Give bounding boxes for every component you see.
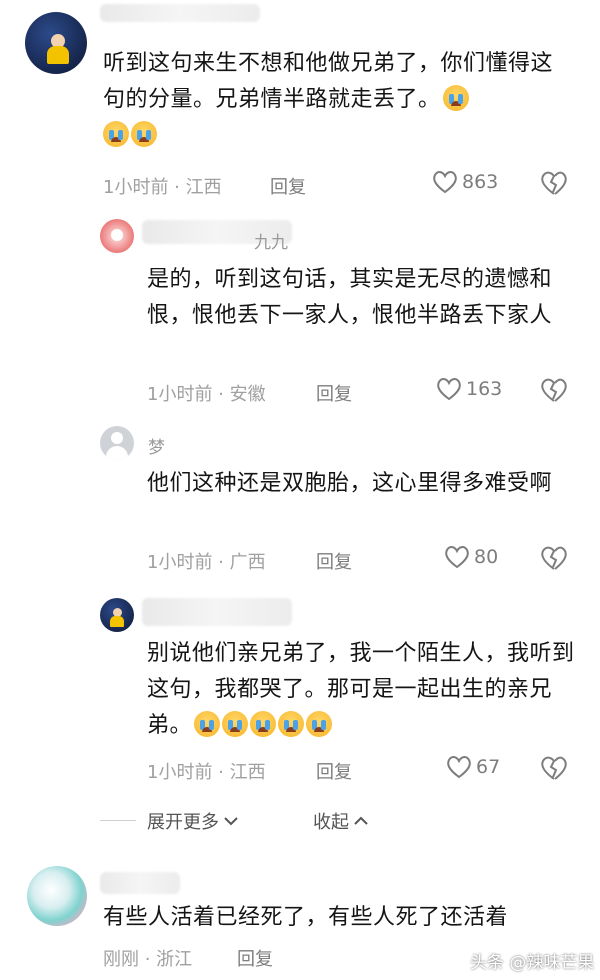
crying-face-emoji [131, 121, 157, 147]
like-button[interactable]: 80 [444, 545, 498, 569]
chevron-up-icon [354, 816, 368, 825]
comment-text: 听到这句来生不想和他做兄弟了，你们懂得这句的分量。兄弟情半路就走丢了。 [103, 46, 563, 154]
chevron-down-icon [224, 817, 238, 826]
crying-face-emoji [442, 85, 469, 111]
reply-time-location: 1小时前 · 江西 [147, 762, 266, 783]
broken-heart-icon[interactable] [540, 170, 568, 196]
crying-face-emoji [222, 711, 249, 737]
heart-outline-icon [447, 756, 471, 779]
like-count: 67 [476, 756, 501, 778]
comment-text: 有些人活着已经死了，有些人死了还活着 [103, 905, 509, 930]
collapse-label: 收起 [313, 812, 349, 833]
like-button[interactable]: 163 [436, 377, 502, 401]
expand-more-button[interactable]: 展开更多 [147, 808, 239, 834]
expand-divider [100, 820, 136, 821]
reply-button[interactable]: 回复 [270, 173, 306, 199]
like-button[interactable]: 67 [446, 755, 500, 779]
comment-time-location: 刚刚 · 浙江 [103, 949, 193, 970]
like-count: 163 [466, 378, 503, 400]
heart-outline-icon [437, 378, 461, 401]
reply-button[interactable]: 回复 [237, 945, 273, 971]
reply-text: 是的，听到这句话，其实是无尽的遗憾和恨，恨他丢下一家人，恨他半路丢下家人 [147, 267, 553, 328]
crying-face-emoji [306, 711, 333, 737]
reply-username: 梦 [148, 438, 165, 458]
reply-button[interactable]: 回复 [316, 548, 352, 574]
avatar[interactable] [27, 866, 87, 926]
reply-button[interactable]: 回复 [316, 380, 352, 406]
reply-text: 别说他们亲兄弟了，我一个陌生人，我听到这句，我都哭了。那可是一起出生的亲兄弟。 [147, 641, 575, 738]
crying-face-emoji [194, 711, 221, 737]
avatar[interactable] [100, 426, 134, 460]
reply-username: 九九 [254, 233, 288, 253]
reply-time-location: 1小时前 · 广西 [147, 552, 266, 573]
broken-heart-icon[interactable] [540, 377, 568, 403]
reply-time-location: 1小时前 · 安徽 [147, 384, 266, 405]
crying-face-emoji [278, 711, 305, 737]
username-redacted [100, 4, 260, 22]
heart-outline-icon [433, 171, 457, 194]
comment-time-location: 1小时前 · 江西 [103, 177, 222, 198]
avatar[interactable] [100, 598, 134, 632]
collapse-button[interactable]: 收起 [313, 808, 369, 834]
avatar[interactable] [100, 219, 134, 253]
expand-more-label: 展开更多 [147, 812, 219, 833]
broken-heart-icon[interactable] [540, 755, 568, 781]
like-button[interactable]: 863 [432, 170, 498, 194]
username-redacted [142, 598, 292, 626]
broken-heart-icon[interactable] [540, 545, 568, 571]
heart-outline-icon [445, 546, 469, 569]
like-count: 863 [462, 171, 499, 193]
crying-face-emoji [250, 711, 277, 737]
avatar[interactable] [25, 12, 87, 74]
reply-text: 他们这种还是双胞胎，这心里得多难受啊 [147, 471, 553, 496]
reply-button[interactable]: 回复 [316, 758, 352, 784]
crying-face-emoji [103, 121, 129, 147]
like-count: 80 [474, 546, 499, 568]
watermark: 头条 @辣味芒果 [470, 953, 595, 973]
username-redacted [100, 872, 180, 894]
